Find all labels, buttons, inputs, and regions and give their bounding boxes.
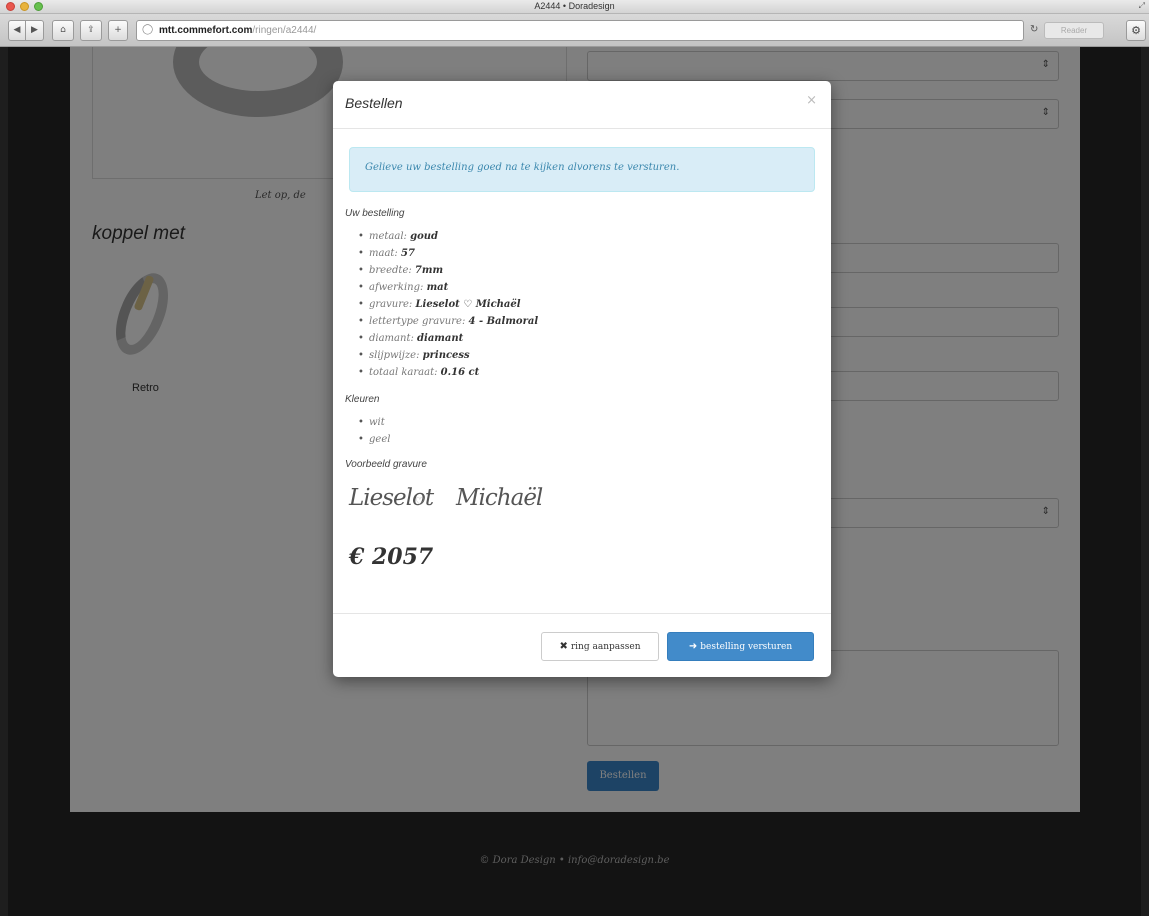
new-tab-button[interactable]: + <box>108 20 128 41</box>
window-title: A2444 • Doradesign <box>534 1 615 11</box>
list-item: maat: 57 <box>358 248 538 265</box>
settings-button[interactable]: ⚙ <box>1126 20 1146 41</box>
info-alert: Gelieve uw bestelling goed na te kijken … <box>349 147 815 192</box>
send-order-label: bestelling versturen <box>700 642 793 652</box>
address-bar[interactable]: ◯ mtt.commefort.com/ringen/a2444/ <box>136 20 1024 41</box>
adjust-ring-button[interactable]: ✖ ring aanpassen <box>541 632 659 661</box>
heart-icon: ♡ <box>415 495 425 508</box>
send-order-button[interactable]: ➜ bestelling versturen <box>667 632 814 661</box>
back-arrow-icon: ◀ <box>13 25 21 35</box>
order-modal: Bestellen × Gelieve uw bestelling goed n… <box>333 81 831 677</box>
share-button[interactable]: ⇪ <box>80 20 102 41</box>
arrow-right-icon: ➜ <box>688 641 698 652</box>
close-icon[interactable]: × <box>806 93 817 108</box>
reader-button[interactable]: Reader <box>1044 22 1104 39</box>
window-titlebar: A2444 • Doradesign ⤢ <box>0 0 1149 14</box>
list-item: lettertype gravure: 4 - Balmoral <box>358 316 538 333</box>
list-item: gravure: Lieselot ♡ Michaël <box>358 299 538 316</box>
engraving-name-right: Michaël <box>456 485 543 511</box>
browser-toolbar: ◀ ▶ ⌂ ⇪ + ◯ mtt.commefort.com/ringen/a24… <box>0 14 1149 47</box>
home-icon: ⌂ <box>60 25 66 35</box>
alert-text: Gelieve uw bestelling goed na te kijken … <box>365 162 680 173</box>
forward-button[interactable]: ▶ <box>26 20 44 41</box>
back-button[interactable]: ◀ <box>8 20 26 41</box>
forward-arrow-icon: ▶ <box>31 25 38 35</box>
colors-heading: Kleuren <box>345 394 380 405</box>
gear-icon: ⚙ <box>1131 24 1141 37</box>
engraving-preview: Lieselot ♡ Michaël <box>349 479 549 523</box>
list-item: breedte: 7mm <box>358 265 538 282</box>
order-details-list: metaal: goud maat: 57 breedte: 7mm afwer… <box>358 231 538 384</box>
close-icon: ✖ <box>559 641 568 652</box>
list-item: geel <box>358 434 391 451</box>
list-item: slijpwijze: princess <box>358 350 538 367</box>
adjust-ring-label: ring aanpassen <box>570 642 641 652</box>
modal-header: Bestellen × <box>333 81 831 129</box>
colors-list: wit geel <box>358 417 391 451</box>
url-text[interactable]: mtt.commefort.com/ringen/a2444/ <box>159 25 316 36</box>
url-path: /ringen/a2444/ <box>252 25 317 36</box>
list-item: metaal: goud <box>358 231 538 248</box>
globe-icon: ◯ <box>142 24 154 35</box>
reload-icon[interactable]: ↻ <box>1030 24 1038 35</box>
modal-footer: ✖ ring aanpassen ➜ bestelling versturen <box>333 613 831 677</box>
modal-title: Bestellen <box>345 95 403 111</box>
list-item: afwerking: mat <box>358 282 538 299</box>
list-item: diamant: diamant <box>358 333 538 350</box>
share-icon: ⇪ <box>87 25 95 35</box>
plus-icon: + <box>114 25 122 35</box>
order-heading: Uw bestelling <box>345 208 405 219</box>
list-item: totaal karaat: 0.16 ct <box>358 367 538 384</box>
total-price: € 2057 <box>349 544 434 570</box>
engraving-heading: Voorbeeld gravure <box>345 459 427 470</box>
fullscreen-icon[interactable]: ⤢ <box>1139 1 1145 11</box>
home-button[interactable]: ⌂ <box>52 20 74 41</box>
list-item: wit <box>358 417 390 434</box>
